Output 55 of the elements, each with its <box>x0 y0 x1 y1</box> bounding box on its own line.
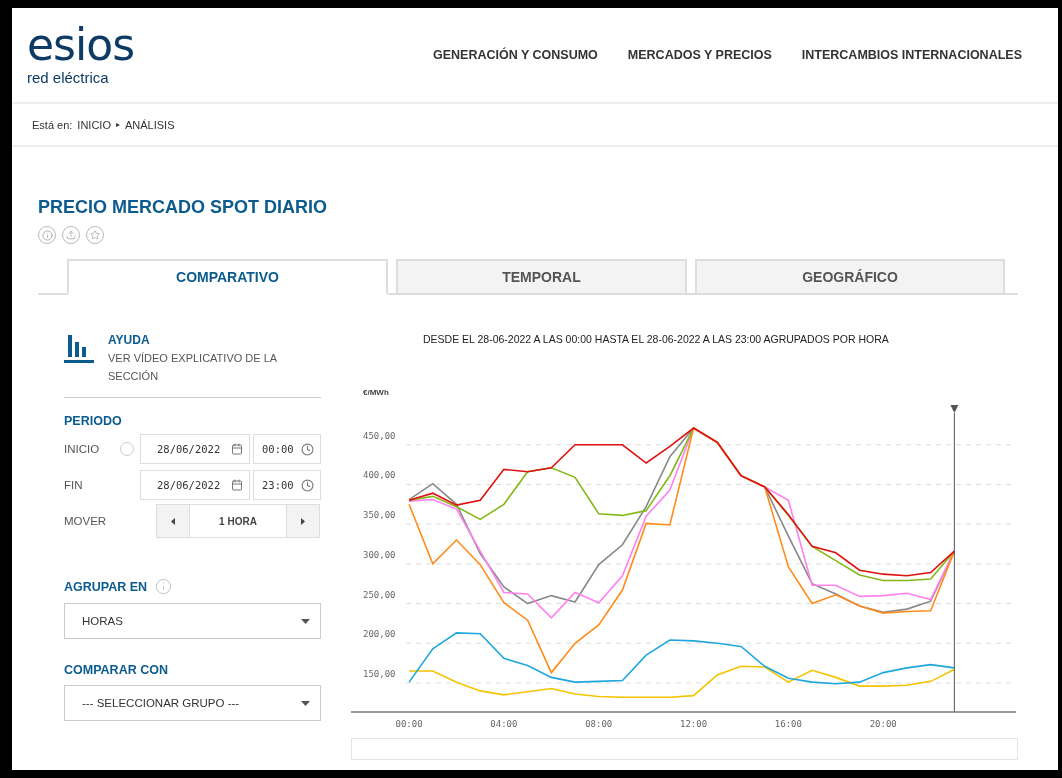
page-title: PRECIO MERCADO SPOT DIARIO <box>38 197 329 218</box>
y-tick-label: 150,00 <box>363 668 396 679</box>
help-text[interactable]: VER VÍDEO EXPLICATIVO DE LA SECCIÓN <box>108 349 288 385</box>
cursor-line[interactable] <box>950 405 959 713</box>
y-tick-label: 400,00 <box>363 470 396 481</box>
x-tick-label: 00:00 <box>395 719 423 729</box>
time-field[interactable]: 00:00 <box>253 434 321 464</box>
right-triangle-icon <box>301 517 305 525</box>
next-button[interactable] <box>286 504 320 538</box>
y-tick-label: 450,00 <box>363 430 396 441</box>
group-select[interactable]: HORAS <box>64 603 321 639</box>
field-label: FIN <box>64 479 84 491</box>
y-tick-label: 200,00 <box>363 629 396 640</box>
x-tick-label: 12:00 <box>680 719 708 729</box>
x-tick-label: 08:00 <box>585 719 613 729</box>
section-heading: PERIODO <box>64 414 123 428</box>
chart-caption: DESDE EL 28-06-2022 A LAS 00:00 HASTA EL 28-06-2022 A LAS 23:00 AGRUPADOS POR HORA <box>423 333 889 345</box>
section-heading: AGRUPAR EN <box>64 579 148 594</box>
nav-link[interactable]: INTERCAMBIOS INTERNACIONALES <box>801 48 1022 62</box>
clock-icon[interactable] <box>301 442 314 456</box>
breadcrumb-separator: ▸ <box>116 120 120 129</box>
previous-button[interactable] <box>156 504 190 538</box>
info-icon[interactable] <box>155 578 173 595</box>
clock-icon[interactable] <box>301 478 314 492</box>
date-field[interactable]: 28/06/2022 <box>140 470 250 500</box>
help-title[interactable]: AYUDA <box>108 333 288 347</box>
x-tick-label: 04:00 <box>490 719 518 729</box>
logo-subtitle: red eléctrica <box>27 68 110 86</box>
y-tick-label: 250,00 <box>363 589 396 600</box>
nav-link[interactable]: GENERACIÓN Y CONSUMO <box>433 48 598 62</box>
axis-unit: €/MWh <box>363 388 389 397</box>
calendar-icon[interactable] <box>231 479 243 491</box>
y-tick-label: 300,00 <box>363 549 396 560</box>
time-field[interactable]: 23:00 <box>253 470 321 500</box>
x-tick-label: 20:00 <box>869 719 897 729</box>
caret-icon <box>301 700 310 706</box>
x-tick-label: 16:00 <box>774 719 802 729</box>
tab[interactable]: GEOGRÁFICO <box>695 259 1005 295</box>
field-label: MOVER <box>64 515 108 527</box>
section-heading: COMPARAR CON <box>64 663 169 677</box>
nav-link[interactable]: MERCADOS Y PRECIOS <box>627 48 772 62</box>
y-tick-label: 350,00 <box>363 510 396 521</box>
logo-wordmark[interactable]: esios <box>27 24 135 65</box>
caret-icon <box>301 618 310 624</box>
compare-select[interactable]: --- SELECCIONAR GRUPO --- <box>64 685 321 721</box>
breadcrumb-label: Está en: <box>32 118 73 131</box>
tab[interactable]: COMPARATIVO <box>67 259 388 295</box>
breadcrumb-link[interactable]: ANÁLISIS <box>125 118 175 131</box>
breadcrumb-link[interactable]: INICIO <box>77 118 111 131</box>
bar-chart-icon[interactable] <box>64 333 94 363</box>
calendar-icon[interactable] <box>231 443 243 455</box>
left-triangle-icon <box>171 517 175 525</box>
date-field[interactable]: 28/06/2022 <box>140 434 250 464</box>
tab[interactable]: TEMPORAL <box>396 259 687 295</box>
field-label: INICIO <box>64 443 101 455</box>
